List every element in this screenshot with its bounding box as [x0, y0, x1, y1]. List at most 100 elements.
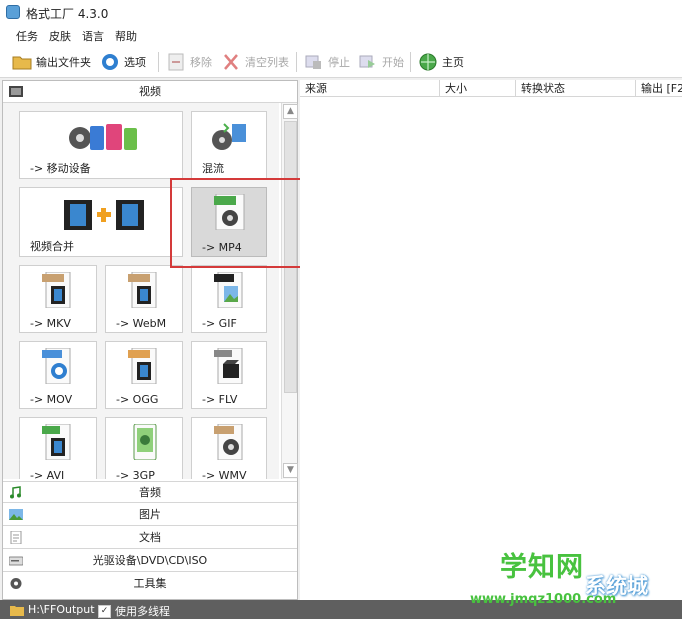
category-rom-label: 光驱设备\DVD\CD\ISO [92, 554, 208, 567]
window-title: 格式工厂 4.3.0 [26, 7, 109, 21]
tile-mov-label: -> MOV [30, 393, 73, 406]
video-merge-icon [64, 200, 144, 230]
format-grid-scrollbar[interactable]: ▲ ▼ [281, 103, 298, 479]
video-category-icon [9, 86, 23, 97]
output-path: H:\FFOutput [28, 603, 95, 616]
tile-mix-label: 混流 [202, 162, 224, 175]
tile-wmv[interactable]: -> WMV [191, 417, 267, 479]
options-button[interactable]: 选项 [100, 51, 146, 73]
category-video-header[interactable]: 视频 [3, 81, 297, 103]
task-list-panel: 来源 大小 转换状态 输出 [F2] [300, 80, 682, 600]
tile-mkv[interactable]: -> MKV [19, 265, 97, 333]
output-folder-small-icon [10, 605, 24, 616]
tile-gif[interactable]: -> GIF [191, 265, 267, 333]
mkv-file-icon [42, 272, 71, 308]
category-tools-header[interactable]: 工具集 [3, 573, 297, 595]
start-button[interactable]: 开始 [358, 51, 404, 73]
scroll-up-arrow[interactable]: ▲ [283, 104, 298, 119]
menu-language[interactable]: 语言 [82, 28, 104, 44]
category-document-header[interactable]: 文档 [3, 527, 297, 549]
optical-drive-icon [9, 556, 23, 566]
3gp-file-icon [133, 424, 157, 460]
category-rom-header[interactable]: 光驱设备\DVD\CD\ISO [3, 550, 297, 572]
tools-gear-icon [10, 578, 22, 589]
tile-avi[interactable]: -> AVI [19, 417, 97, 479]
column-status[interactable]: 转换状态 [516, 80, 636, 97]
tile-webm-label: -> WebM [116, 317, 167, 330]
mix-icon [212, 123, 246, 150]
stop-button[interactable]: 停止 [304, 51, 350, 73]
output-folder-button[interactable]: 输出文件夹 [12, 51, 91, 73]
tile-ogg[interactable]: -> OGG [105, 341, 183, 409]
tile-flv-label: -> FLV [202, 393, 238, 406]
column-source[interactable]: 来源 [300, 80, 440, 97]
tile-video-merge[interactable]: 视频合并 [19, 187, 183, 257]
home-button[interactable]: 主页 [418, 51, 464, 73]
tile-avi-label: -> AVI [30, 469, 65, 479]
mp4-highlight-box [170, 178, 302, 268]
category-picture-label: 图片 [139, 508, 161, 521]
tile-mix[interactable]: 混流 [191, 111, 267, 179]
webm-file-icon [128, 272, 157, 308]
folder-icon [12, 56, 32, 70]
tile-3gp-label: -> 3GP [116, 469, 155, 479]
remove-icon [168, 53, 184, 71]
multithread-checkbox[interactable]: ✓ [98, 604, 111, 618]
menu-bar: 任务 皮肤 语言 帮助 [0, 24, 682, 46]
music-note-icon [10, 486, 21, 499]
column-size[interactable]: 大小 [440, 80, 516, 97]
multithread-label: 使用多线程 [115, 605, 170, 618]
tile-wmv-label: -> WMV [202, 469, 247, 479]
mov-file-icon [42, 348, 71, 384]
tile-mkv-label: -> MKV [30, 317, 71, 330]
category-audio-label: 音频 [139, 486, 161, 499]
toolbar-separator [158, 52, 159, 72]
category-audio-header[interactable]: 音频 [3, 481, 297, 503]
tile-flv[interactable]: -> FLV [191, 341, 267, 409]
wmv-file-icon [214, 424, 243, 460]
tile-3gp[interactable]: -> 3GP [105, 417, 183, 479]
category-picture-header[interactable]: 图片 [3, 504, 297, 526]
menu-help[interactable]: 帮助 [115, 28, 137, 44]
app-icon [6, 5, 20, 19]
remove-button[interactable]: 移除 [166, 51, 212, 73]
tile-mobile-device-label: -> 移动设备 [30, 162, 91, 175]
menu-skin[interactable]: 皮肤 [49, 28, 71, 44]
mobile-devices-icon [69, 124, 137, 150]
scroll-down-arrow[interactable]: ▼ [283, 463, 298, 478]
column-output[interactable]: 输出 [F2] [636, 80, 682, 97]
watermark-logo-text: 学知网 [500, 552, 584, 583]
menu-task[interactable]: 任务 [16, 28, 38, 44]
multithread-toggle[interactable]: ✓ 使用多线程 [98, 603, 170, 619]
tile-ogg-label: -> OGG [116, 393, 159, 406]
toolbar: 输出文件夹 选项 移除 清空列表 停止 开始 主页 [0, 46, 682, 78]
category-video-label: 视频 [139, 85, 161, 98]
tile-webm[interactable]: -> WebM [105, 265, 183, 333]
stop-label: 停止 [328, 56, 350, 69]
category-document-label: 文档 [139, 531, 161, 544]
options-label: 选项 [124, 56, 146, 69]
tile-gif-label: -> GIF [202, 317, 237, 330]
tile-mobile-device[interactable]: -> 移动设备 [19, 111, 183, 179]
remove-label: 移除 [190, 56, 212, 69]
toolbar-separator [296, 52, 297, 72]
home-label: 主页 [442, 56, 464, 69]
document-icon [10, 531, 22, 544]
toolbar-separator [410, 52, 411, 72]
options-icon [102, 54, 118, 70]
watermark-url: www.jmqz1000.com [470, 592, 617, 607]
flv-file-icon [214, 348, 243, 384]
clear-list-button[interactable]: 清空列表 [221, 51, 289, 73]
tile-mov[interactable]: -> MOV [19, 341, 97, 409]
tile-video-merge-label: 视频合并 [30, 240, 74, 253]
video-format-grid: -> 移动设备 混流 视频合并 -> MP4 -> MKV -> WebM ->… [3, 103, 279, 479]
gif-file-icon [214, 272, 243, 308]
stop-icon [305, 55, 321, 69]
sidebar: 视频 -> 移动设备 混流 视频合并 -> MP4 -> MKV -> WebM [2, 80, 298, 600]
output-path-item[interactable]: H:\FFOutput [10, 603, 95, 616]
title-bar: 格式工厂 4.3.0 [0, 0, 682, 24]
home-globe-icon [419, 53, 437, 71]
clear-icon [224, 54, 238, 70]
output-folder-label: 输出文件夹 [36, 56, 91, 69]
picture-icon [9, 509, 23, 520]
